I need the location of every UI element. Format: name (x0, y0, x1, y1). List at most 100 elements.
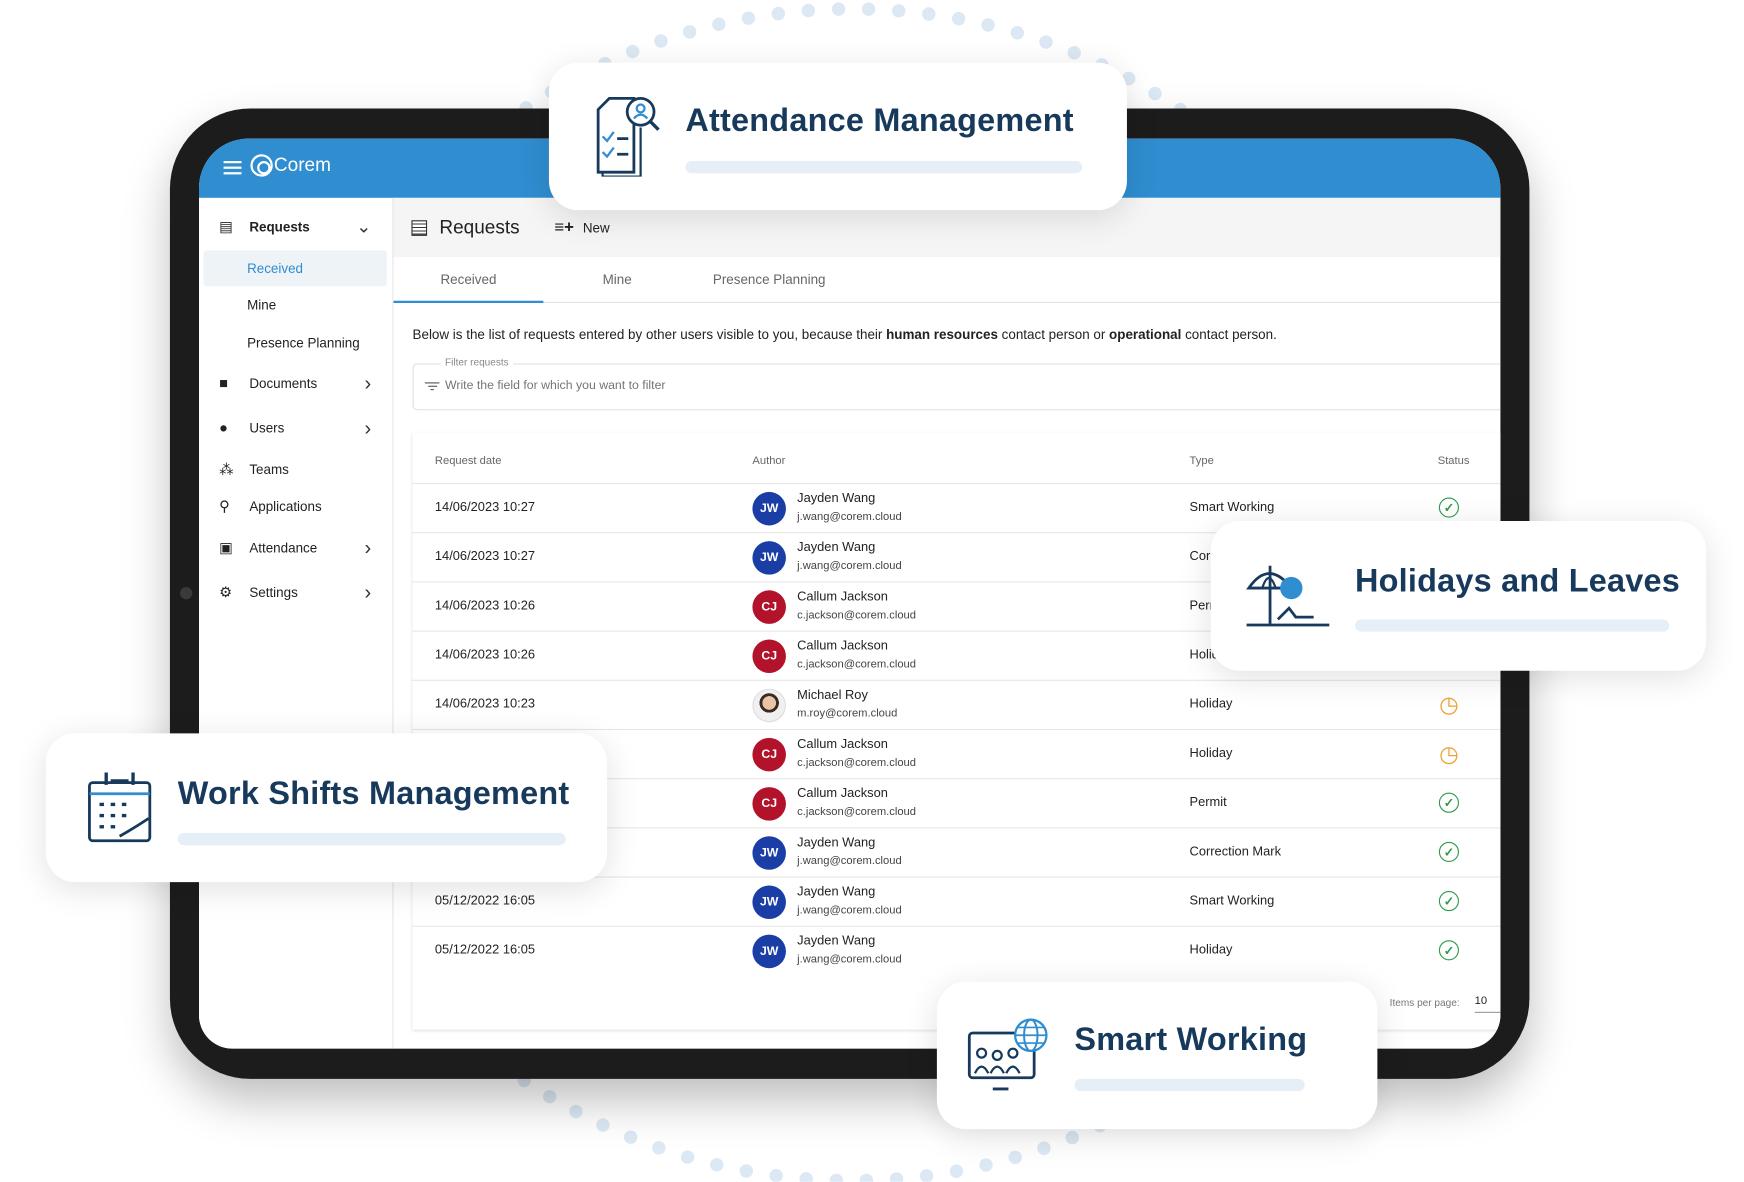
clock-icon: ◷ (1439, 692, 1459, 718)
chevron-right-icon[interactable]: › (364, 416, 371, 439)
add-list-icon: ≡+ (554, 218, 574, 238)
request-type: Holiday (1189, 943, 1233, 958)
tab-received[interactable]: Received (393, 257, 544, 303)
avatar: JW (752, 934, 786, 969)
new-label: New (582, 219, 610, 236)
sidebar-subitem-mine[interactable]: Mine (203, 287, 386, 323)
author-name: Jayden Wang (797, 836, 876, 850)
sidebar-item-settings[interactable]: ⚙ Settings › (203, 575, 386, 611)
author-email: c.jackson@corem.cloud (797, 658, 916, 671)
author-email: m.roy@corem.cloud (797, 707, 898, 720)
sidebar-item-documents[interactable]: ■ Documents › (203, 366, 386, 402)
tab-mine[interactable]: Mine (543, 257, 691, 303)
avatar: JW (752, 491, 786, 526)
description-text: Below is the list of requests entered by… (412, 326, 1277, 343)
sidebar-item-attendance[interactable]: ▣ Attendance › (203, 530, 386, 566)
sidebar-item-label: Applications (249, 498, 322, 515)
table-row[interactable]: 05/12/2022 16:05 JW Jayden Wang j.wang@core… (412, 925, 1501, 975)
beach-umbrella-icon (1246, 565, 1330, 627)
calendar-icon (88, 772, 152, 843)
request-date: 05/12/2022 16:05 (434, 894, 535, 908)
card-work-shifts-management: Work Shifts Management (45, 733, 608, 883)
sidebar-item-label: Settings (249, 584, 298, 601)
request-date: 14/06/2023 10:26 (434, 648, 535, 662)
request-date: 14/06/2023 10:27 (434, 550, 535, 564)
sidebar-item-requests[interactable]: ▤ Requests ⌄ (203, 209, 386, 245)
card-progress-bar (685, 160, 1083, 174)
items-per-page-select[interactable]: 10 (1474, 995, 1501, 1013)
avatar: JW (752, 885, 786, 919)
author-name: Callum Jackson (797, 590, 888, 604)
list-icon (411, 219, 428, 236)
check-circle-icon: ✓ (1438, 940, 1459, 961)
corem-logo-icon (250, 154, 273, 177)
sidebar-item-teams[interactable]: ⁂ Teams (203, 452, 386, 488)
author-name: Callum Jackson (797, 639, 888, 653)
avatar: JW (752, 541, 786, 575)
card-title: Attendance Management (685, 102, 1074, 139)
chevron-down-icon[interactable]: ⌄ (356, 216, 371, 238)
gear-icon: ⚙ (219, 583, 233, 601)
column-header-author[interactable]: Author (752, 455, 785, 467)
chevron-right-icon[interactable]: › (364, 536, 371, 559)
author-name: Michael Roy (797, 688, 868, 703)
clock-icon: ◷ (1439, 741, 1459, 767)
author-email: j.wang@corem.cloud (797, 855, 902, 868)
avatar: CJ (752, 787, 786, 821)
sidebar-item-users[interactable]: ● Users › (203, 410, 386, 446)
table-row[interactable]: 14/06/2023 10:23 Michael Roy m.roy@corem.c… (412, 679, 1501, 729)
request-type: Permit (1189, 796, 1227, 810)
brand-logo[interactable]: Corem (250, 154, 331, 177)
sidebar-subitem-received[interactable]: Received (203, 250, 387, 287)
avatar: CJ (752, 737, 786, 772)
tabs: Received Mine Presence Planning (393, 257, 1501, 303)
card-progress-bar (1355, 619, 1670, 632)
avatar: CJ (752, 639, 786, 674)
column-header-status[interactable]: Status (1438, 455, 1470, 467)
badge-icon: ▣ (219, 538, 233, 556)
check-circle-icon: ✓ (1438, 891, 1459, 912)
chevron-right-icon[interactable]: › (364, 372, 371, 395)
author-email: c.jackson@corem.cloud (797, 806, 916, 819)
tablet-camera (179, 586, 193, 600)
author-email: j.wang@corem.cloud (797, 953, 902, 966)
card-progress-bar (1074, 1078, 1305, 1092)
menu-icon[interactable] (223, 160, 242, 175)
sidebar-item-label: Users (249, 420, 285, 437)
request-type: Smart Working (1189, 500, 1275, 515)
filter-label: Filter requests (440, 356, 514, 368)
sidebar-item-applications[interactable]: ⚲ Applications (203, 489, 386, 525)
column-header-type[interactable]: Type (1190, 455, 1214, 467)
request-type: Correction Mark (1189, 845, 1282, 859)
card-title: Holidays and Leaves (1355, 563, 1681, 600)
filter-field[interactable]: Filter requests (412, 356, 1501, 411)
brand-name: Corem (273, 154, 331, 176)
tab-presence-planning[interactable]: Presence Planning (691, 257, 848, 303)
author-name: Callum Jackson (797, 787, 888, 801)
table-row[interactable]: 05/12/2022 16:05 JW Jayden Wang j.wang@core… (412, 876, 1501, 926)
user-search-icon: ⚲ (219, 497, 230, 515)
folder-icon: ■ (219, 374, 228, 392)
new-button[interactable]: ≡+ New (554, 218, 609, 237)
filter-input[interactable] (444, 379, 1452, 393)
card-holidays-and-leaves: Holidays and Leaves (1210, 520, 1707, 671)
user-icon: ● (219, 419, 228, 437)
request-date: 14/06/2023 10:26 (434, 599, 535, 613)
author-name: Jayden Wang (797, 491, 876, 506)
author-email: c.jackson@corem.cloud (797, 609, 916, 622)
request-date: 14/06/2023 10:23 (434, 697, 535, 712)
items-per-page-label: Items per page: (1389, 997, 1460, 1009)
remote-team-globe-icon (967, 1018, 1048, 1091)
author-email: j.wang@corem.cloud (797, 560, 902, 573)
request-type: Holiday (1189, 746, 1233, 761)
card-title: Smart Working (1074, 1021, 1308, 1058)
request-date: 14/06/2023 10:27 (434, 500, 535, 515)
sidebar-subitem-presence-planning[interactable]: Presence Planning (203, 325, 386, 361)
chevron-right-icon[interactable]: › (364, 581, 371, 604)
card-title: Work Shifts Management (177, 775, 570, 812)
avatar: JW (752, 836, 786, 870)
column-header-date[interactable]: Request date (435, 455, 502, 467)
author-name: Jayden Wang (797, 934, 876, 949)
request-date: 05/12/2022 16:05 (434, 943, 535, 958)
filter-icon (424, 382, 440, 392)
